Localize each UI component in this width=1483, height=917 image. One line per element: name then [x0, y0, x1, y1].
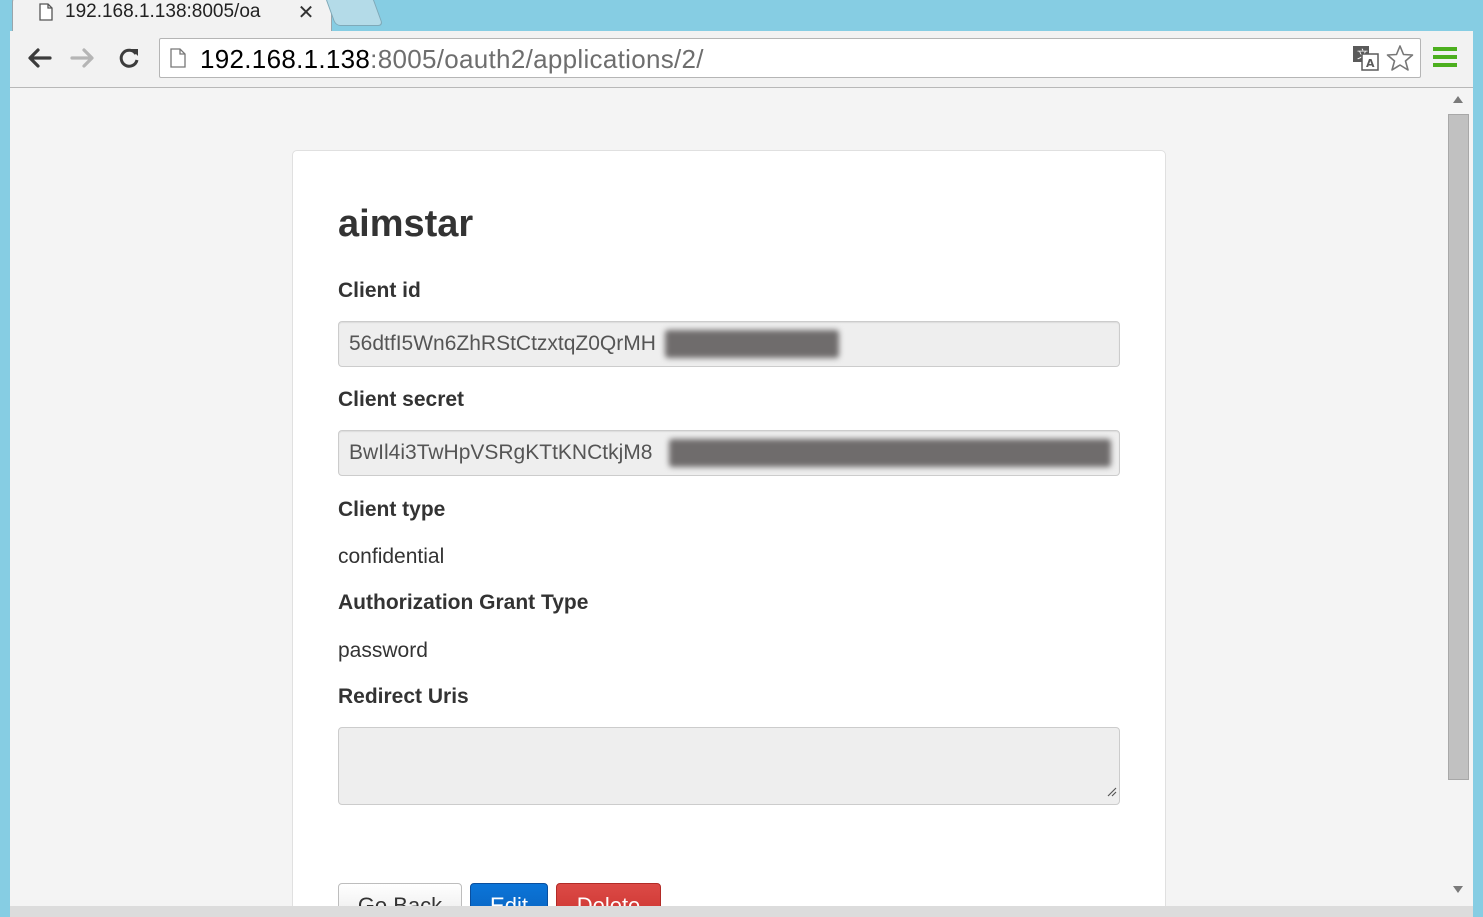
url-host: 192.168.1.138	[200, 44, 371, 74]
application-detail-card: aimstar Client id 56dtfI5Wn6ZhRStCtzxtqZ…	[292, 150, 1166, 906]
page-icon	[170, 48, 186, 73]
go-back-button[interactable]: Go Back	[338, 883, 462, 906]
redirect-uris-label: Redirect Uris	[338, 685, 469, 708]
scroll-up-icon[interactable]	[1453, 96, 1463, 103]
star-icon[interactable]	[1386, 44, 1414, 77]
page-icon	[39, 3, 53, 21]
redacted-overlay	[665, 330, 839, 358]
translate-icon[interactable]: 文A	[1352, 45, 1380, 76]
reload-icon[interactable]	[112, 41, 146, 75]
menu-icon[interactable]	[1432, 45, 1458, 74]
client-secret-field[interactable]: BwIl4i3TwHpVSRgKTtKNCtkjM8	[338, 430, 1120, 476]
client-type-label: Client type	[338, 498, 446, 521]
page-viewport: aimstar Client id 56dtfI5Wn6ZhRStCtzxtqZ…	[10, 88, 1446, 906]
redirect-uris-field[interactable]	[338, 727, 1120, 805]
vertical-scrollbar[interactable]	[1446, 88, 1473, 906]
grant-type-label: Authorization Grant Type	[338, 591, 589, 614]
client-type-value: confidential	[338, 545, 445, 568]
tab-title: 192.168.1.138:8005/oa	[65, 1, 261, 22]
new-tab-button[interactable]	[324, 0, 384, 26]
scroll-thumb[interactable]	[1448, 114, 1469, 780]
client-id-field[interactable]: 56dtfI5Wn6ZhRStCtzxtqZ0QrMH	[338, 321, 1120, 367]
browser-toolbar: 192.168.1.138:8005/oauth2/applications/2…	[10, 31, 1473, 88]
client-id-value: 56dtfI5Wn6ZhRStCtzxtqZ0QrMH	[349, 332, 656, 355]
client-secret-label: Client secret	[338, 388, 465, 411]
svg-text:A: A	[1366, 57, 1375, 70]
back-arrow-icon[interactable]	[22, 41, 56, 75]
resize-handle-icon[interactable]	[1105, 784, 1117, 802]
edit-button[interactable]: Edit	[470, 883, 548, 906]
delete-button[interactable]: Delete	[556, 883, 661, 906]
page-title: aimstar	[338, 203, 474, 245]
address-bar[interactable]: 192.168.1.138:8005/oauth2/applications/2…	[159, 38, 1421, 78]
browser-tab[interactable]: 192.168.1.138:8005/oa ✕	[12, 0, 332, 33]
client-id-label: Client id	[338, 279, 421, 302]
url-text: 192.168.1.138:8005/oauth2/applications/2…	[200, 44, 704, 75]
close-icon[interactable]: ✕	[296, 0, 316, 25]
redacted-overlay	[669, 439, 1111, 467]
client-secret-value: BwIl4i3TwHpVSRgKTtKNCtkjM8	[349, 441, 653, 464]
grant-type-value: password	[338, 639, 428, 662]
window-bottom-edge	[10, 906, 1473, 917]
forward-arrow-icon[interactable]	[66, 41, 100, 75]
scroll-down-icon[interactable]	[1453, 886, 1463, 893]
url-path: :8005/oauth2/applications/2/	[370, 44, 704, 74]
